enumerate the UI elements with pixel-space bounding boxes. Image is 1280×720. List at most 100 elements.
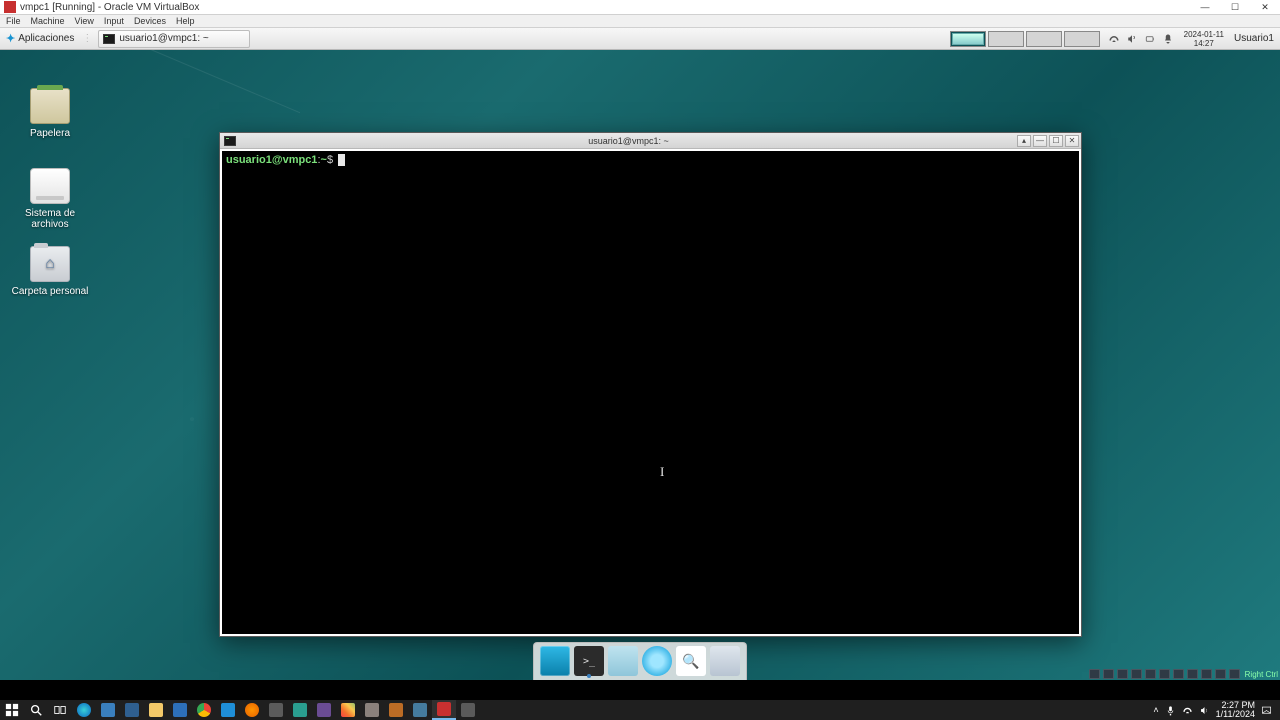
windows-system-tray: ˄ 2:27 PM 1/11/2024 — [1145, 701, 1280, 719]
terminal-viewport[interactable]: usuario1@vmpc1:~$ I — [222, 151, 1079, 634]
dock-terminal[interactable] — [574, 646, 604, 676]
vb-recording-icon[interactable] — [1187, 669, 1198, 679]
terminal-titlebar[interactable]: usuario1@vmpc1: ~ ▴ — ☐ ✕ — [220, 133, 1081, 149]
virtualbox-icon — [4, 1, 16, 13]
workspace-3[interactable] — [1026, 31, 1062, 47]
taskbar-edge[interactable] — [72, 700, 96, 720]
power-icon[interactable] — [1144, 33, 1156, 45]
desktop-icon-filesystem[interactable]: Sistema de archivos — [10, 168, 90, 230]
tray-overflow-chevron[interactable]: ˄ — [1153, 705, 1158, 715]
notifications-icon[interactable] — [1162, 33, 1174, 45]
start-button[interactable] — [0, 700, 24, 720]
tray-notifications-icon[interactable] — [1261, 705, 1272, 716]
taskbar-app-2[interactable] — [120, 700, 144, 720]
dock-show-desktop[interactable] — [540, 646, 570, 676]
dock-web-browser[interactable] — [642, 646, 672, 676]
taskbar-chrome[interactable] — [192, 700, 216, 720]
tray-date: 1/11/2024 — [1216, 710, 1255, 719]
taskbar-app-10[interactable] — [408, 700, 432, 720]
tray-mic-icon[interactable] — [1165, 705, 1176, 716]
menu-machine[interactable]: Machine — [31, 16, 65, 26]
taskbar-virtualbox[interactable] — [432, 700, 456, 720]
dock-home-folder[interactable] — [710, 646, 740, 676]
taskbar-firefox[interactable] — [240, 700, 264, 720]
taskbar-explorer[interactable] — [144, 700, 168, 720]
network-icon[interactable] — [1108, 33, 1120, 45]
dock-app-finder[interactable] — [676, 646, 706, 676]
terminal-close-button[interactable]: ✕ — [1065, 135, 1079, 147]
tray-volume-icon[interactable] — [1199, 705, 1210, 716]
volume-icon[interactable] — [1126, 33, 1138, 45]
vb-display-icon[interactable] — [1173, 669, 1184, 679]
vb-cpu-icon[interactable] — [1201, 669, 1212, 679]
desktop-icon-home[interactable]: Carpeta personal — [10, 246, 90, 297]
home-folder-icon — [30, 246, 70, 282]
desktop-icon-label: Papelera — [10, 128, 90, 139]
menu-view[interactable]: View — [75, 16, 94, 26]
dock — [533, 642, 747, 680]
desktop-icon-label: Carpeta personal — [10, 286, 90, 297]
workspace-1[interactable] — [950, 31, 986, 47]
terminal-title: usuario1@vmpc1: ~ — [240, 136, 1017, 146]
taskbar-app-5[interactable] — [288, 700, 312, 720]
tray-clock[interactable]: 2:27 PM 1/11/2024 — [1216, 701, 1255, 719]
desktop-icon-label: Sistema de archivos — [10, 208, 90, 230]
menu-input[interactable]: Input — [104, 16, 124, 26]
dock-file-manager[interactable] — [608, 646, 638, 676]
taskbar-app-6[interactable] — [312, 700, 336, 720]
taskbar-item-label: usuario1@vmpc1: ~ — [119, 33, 208, 44]
menu-devices[interactable]: Devices — [134, 16, 166, 26]
taskbar-search[interactable] — [24, 700, 48, 720]
taskbar-item-terminal[interactable]: usuario1@vmpc1: ~ — [98, 30, 249, 48]
taskbar-store[interactable] — [168, 700, 192, 720]
host-minimize-button[interactable]: — — [1190, 0, 1220, 14]
host-window-title: vmpc1 [Running] - Oracle VM VirtualBox — [20, 2, 199, 13]
terminal-window[interactable]: usuario1@vmpc1: ~ ▴ — ☐ ✕ usuario1@vmpc1… — [219, 132, 1082, 637]
host-close-button[interactable]: ✕ — [1250, 0, 1280, 14]
vb-shared-folder-icon[interactable] — [1159, 669, 1170, 679]
vb-hdd-icon[interactable] — [1089, 669, 1100, 679]
vb-network-icon[interactable] — [1131, 669, 1142, 679]
taskbar-app-3[interactable] — [216, 700, 240, 720]
windows-taskbar: ˄ 2:27 PM 1/11/2024 — [0, 700, 1280, 720]
virtualbox-status-bar: Right Ctrl — [1089, 669, 1278, 679]
panel-clock[interactable]: 2024-01-11 14:27 — [1180, 30, 1228, 48]
host-window-titlebar: vmpc1 [Running] - Oracle VM VirtualBox —… — [0, 0, 1280, 15]
taskbar-app-8[interactable] — [360, 700, 384, 720]
xfce-logo-icon: ✦ — [6, 32, 15, 45]
taskbar-app-9[interactable] — [384, 700, 408, 720]
vb-usb-icon[interactable] — [1145, 669, 1156, 679]
taskbar-app-4[interactable] — [264, 700, 288, 720]
host-menubar: File Machine View Input Devices Help — [0, 15, 1280, 28]
shell-prompt: usuario1@vmpc1:~$ — [226, 154, 336, 166]
vb-host-key-label: Right Ctrl — [1245, 670, 1278, 679]
vb-audio-icon[interactable] — [1117, 669, 1128, 679]
desktop-icon-trash[interactable]: Papelera — [10, 88, 90, 139]
workspace-4[interactable] — [1064, 31, 1100, 47]
terminal-cursor — [338, 154, 345, 166]
terminal-maximize-button[interactable]: ☐ — [1049, 135, 1063, 147]
terminal-icon — [224, 136, 236, 146]
guest-desktop[interactable]: ✦ Aplicaciones ⋮ usuario1@vmpc1: ~ 2024-… — [0, 28, 1280, 680]
text-cursor-ibeam: I — [660, 465, 664, 479]
menu-file[interactable]: File — [6, 16, 21, 26]
workspace-2[interactable] — [988, 31, 1024, 47]
panel-time: 14:27 — [1184, 39, 1224, 48]
tray-network-icon[interactable] — [1182, 705, 1193, 716]
vb-keyboard-icon[interactable] — [1229, 669, 1240, 679]
trash-icon — [30, 88, 70, 124]
terminal-minimize-button[interactable]: — — [1033, 135, 1047, 147]
applications-menu-button[interactable]: ✦ Aplicaciones — [0, 28, 80, 49]
menu-help[interactable]: Help — [176, 16, 195, 26]
vb-mouse-icon[interactable] — [1215, 669, 1226, 679]
taskbar-taskview[interactable] — [48, 700, 72, 720]
terminal-icon — [103, 34, 115, 44]
taskbar-app-1[interactable] — [96, 700, 120, 720]
host-maximize-button[interactable]: ☐ — [1220, 0, 1250, 14]
taskbar-app-11[interactable] — [456, 700, 480, 720]
taskbar-app-7[interactable] — [336, 700, 360, 720]
vb-optical-icon[interactable] — [1103, 669, 1114, 679]
prompt-user-host: usuario1@vmpc1 — [226, 154, 317, 166]
terminal-rollup-button[interactable]: ▴ — [1017, 135, 1031, 147]
panel-user-label[interactable]: Usuario1 — [1228, 33, 1280, 44]
